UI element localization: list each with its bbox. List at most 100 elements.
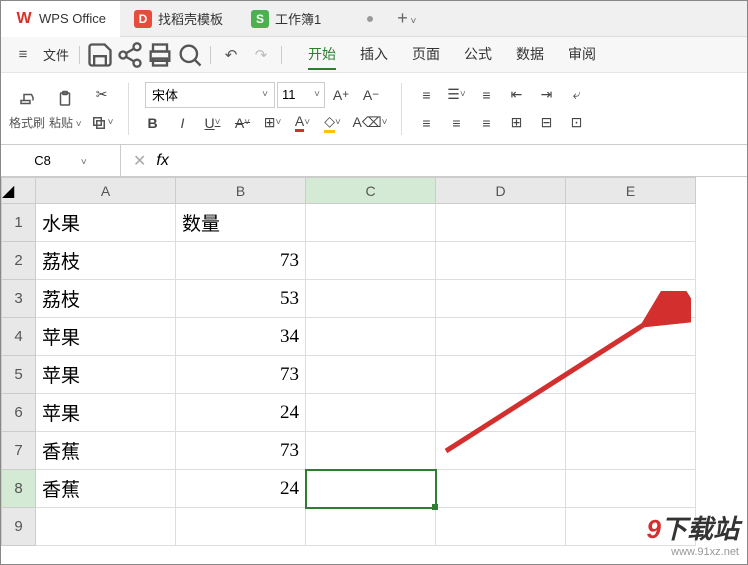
row-head[interactable]: 7 [2, 432, 36, 470]
col-head-b[interactable]: B [176, 178, 306, 204]
wrap-icon[interactable]: ⤶ [562, 82, 590, 108]
cell[interactable]: 73 [176, 432, 306, 470]
cell[interactable]: 数量 [176, 204, 306, 242]
cell[interactable] [436, 356, 566, 394]
cell[interactable]: 苹果 [36, 356, 176, 394]
cancel-icon[interactable]: ✕ [133, 151, 146, 171]
cell[interactable] [566, 204, 696, 242]
undo-icon[interactable]: ↶ [217, 41, 245, 69]
cell[interactable] [566, 432, 696, 470]
cell[interactable] [566, 394, 696, 432]
cell[interactable] [566, 356, 696, 394]
cell[interactable]: 荔枝 [36, 280, 176, 318]
col-head-a[interactable]: A [36, 178, 176, 204]
cell[interactable]: 香蕉 [36, 470, 176, 508]
cell[interactable] [436, 470, 566, 508]
cell[interactable] [176, 508, 306, 546]
border-icon[interactable]: ⊞˅ [259, 110, 287, 136]
bold-button[interactable]: B [139, 110, 167, 136]
ribbon-review[interactable]: 审阅 [568, 40, 596, 70]
cell[interactable] [566, 318, 696, 356]
cell[interactable] [436, 394, 566, 432]
cell[interactable] [306, 394, 436, 432]
cell[interactable]: 苹果 [36, 318, 176, 356]
cell[interactable] [306, 356, 436, 394]
orient-icon[interactable]: ⊡ [562, 110, 590, 136]
ribbon-page[interactable]: 页面 [412, 40, 440, 70]
cell[interactable] [306, 508, 436, 546]
row-head[interactable]: 6 [2, 394, 36, 432]
font-name-select[interactable]: 宋体˅ [145, 82, 275, 108]
copy-icon[interactable]: ˅ [86, 110, 118, 136]
cell[interactable] [566, 242, 696, 280]
indent-dec-icon[interactable]: ⇤ [502, 82, 530, 108]
cell[interactable] [436, 432, 566, 470]
hamburger-icon[interactable]: ≡ [9, 41, 37, 69]
align-bot-icon[interactable]: ≡ [412, 110, 440, 136]
name-box[interactable]: C8˅ [1, 145, 121, 177]
cell[interactable]: 苹果 [36, 394, 176, 432]
indent-inc-icon[interactable]: ⇥ [532, 82, 560, 108]
cell[interactable]: 53 [176, 280, 306, 318]
row-head[interactable]: 9 [2, 508, 36, 546]
share-icon[interactable] [116, 41, 144, 69]
align-left-icon[interactable]: ≡ [472, 82, 500, 108]
preview-icon[interactable] [176, 41, 204, 69]
font-size-select[interactable]: 11˅ [277, 82, 325, 108]
file-menu[interactable]: 文件 [39, 45, 73, 64]
strikethrough-button[interactable]: A˅ [229, 110, 257, 136]
align-center-icon[interactable]: ≡ [442, 110, 470, 136]
cell[interactable] [306, 204, 436, 242]
cell[interactable] [306, 280, 436, 318]
fx-label[interactable]: fx [156, 152, 168, 170]
cell[interactable] [36, 508, 176, 546]
cell[interactable] [566, 280, 696, 318]
cell[interactable]: 24 [176, 394, 306, 432]
tab-docer[interactable]: D 找稻壳模板 [120, 1, 237, 37]
cell[interactable]: 73 [176, 242, 306, 280]
cell[interactable]: 73 [176, 356, 306, 394]
row-head[interactable]: 4 [2, 318, 36, 356]
fill-handle[interactable] [432, 504, 438, 510]
tab-workbook[interactable]: S 工作簿1 [237, 1, 387, 37]
print-icon[interactable] [146, 41, 174, 69]
cell[interactable]: 水果 [36, 204, 176, 242]
row-head[interactable]: 3 [2, 280, 36, 318]
cell[interactable] [436, 318, 566, 356]
ribbon-formula[interactable]: 公式 [464, 40, 492, 70]
align-right-icon[interactable]: ≡ [472, 110, 500, 136]
row-head[interactable]: 5 [2, 356, 36, 394]
font-color-icon[interactable]: A˅ [289, 110, 317, 136]
row-head[interactable]: 1 [2, 204, 36, 242]
row-head[interactable]: 2 [2, 242, 36, 280]
select-all-corner[interactable]: ◢ [2, 178, 36, 204]
cell[interactable] [436, 280, 566, 318]
row-head[interactable]: 8 [2, 470, 36, 508]
cell[interactable] [566, 470, 696, 508]
cell[interactable]: 24 [176, 470, 306, 508]
decrease-font-icon[interactable]: A− [357, 82, 385, 108]
paste-icon[interactable] [51, 86, 79, 112]
cell[interactable] [306, 242, 436, 280]
merge-icon[interactable]: ⊞ [502, 110, 530, 136]
clear-format-icon[interactable]: A⌫˅ [349, 110, 392, 136]
cell[interactable] [436, 508, 566, 546]
cell[interactable]: 荔枝 [36, 242, 176, 280]
align-mid-icon[interactable]: ☰˅ [442, 82, 470, 108]
add-tab-button[interactable]: + ˅ [387, 8, 426, 29]
ribbon-data[interactable]: 数据 [516, 40, 544, 70]
format-brush-icon[interactable] [13, 86, 41, 112]
align-top-icon[interactable]: ≡ [412, 82, 440, 108]
cell[interactable]: 34 [176, 318, 306, 356]
fill-color-icon[interactable]: ◇˅ [319, 110, 347, 136]
col-head-d[interactable]: D [436, 178, 566, 204]
split-icon[interactable]: ⊟ [532, 110, 560, 136]
tab-wps[interactable]: W WPS Office [1, 1, 120, 37]
cell[interactable] [436, 204, 566, 242]
save-icon[interactable] [86, 41, 114, 69]
spreadsheet-grid[interactable]: ◢ A B C D E 1水果数量 2荔枝73 3荔枝53 4苹果34 5苹果7… [1, 177, 747, 546]
selected-cell[interactable] [306, 470, 436, 508]
redo-icon[interactable]: ↷ [247, 41, 275, 69]
italic-button[interactable]: I [169, 110, 197, 136]
ribbon-insert[interactable]: 插入 [360, 40, 388, 70]
